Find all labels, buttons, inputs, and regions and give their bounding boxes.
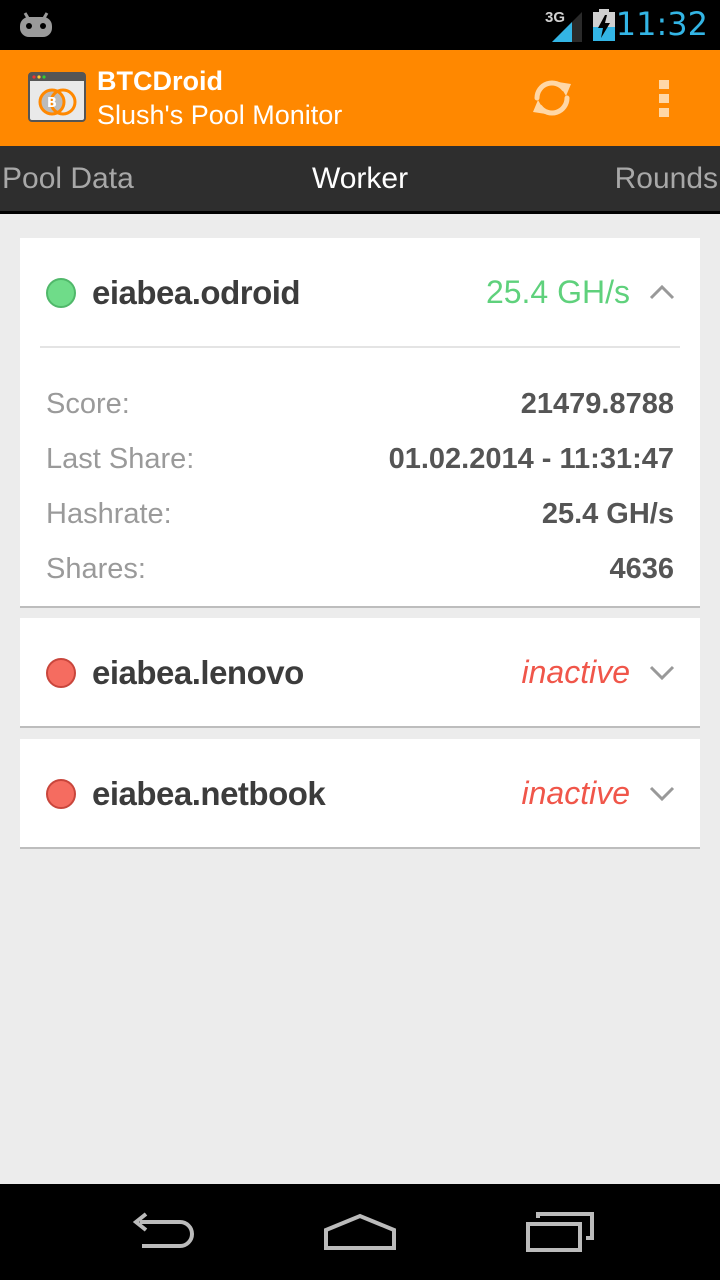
card-divider (40, 346, 680, 348)
worker-status-dot (46, 278, 76, 308)
battery-charging-icon (592, 9, 616, 46)
worker-name: eiabea.netbook (92, 775, 326, 812)
status-clock: 11:32 (615, 5, 708, 43)
tab-strip: Pool Data Worker Rounds (0, 146, 720, 214)
chevron-down-icon[interactable] (648, 660, 676, 684)
worker-card-header[interactable]: eiabea.odroid 25.4 GH/s (20, 238, 700, 348)
worker-details: Score: 21479.8788 Last Share: 01.02.2014… (20, 348, 700, 594)
back-button[interactable] (110, 1204, 210, 1260)
worker-card: eiabea.odroid 25.4 GH/s Score: 21479.878… (20, 238, 700, 608)
worker-status-dot (46, 779, 76, 809)
navigation-bar (0, 1184, 720, 1280)
svg-text:B: B (47, 96, 57, 111)
detail-value: 25.4 GH/s (541, 498, 674, 530)
worker-status-dot (46, 658, 76, 688)
back-icon (132, 1212, 194, 1248)
detail-row-shares: Shares: 4636 (46, 539, 674, 594)
overflow-menu-button[interactable] (640, 70, 688, 126)
detail-value: 4636 (609, 553, 674, 585)
tab-rounds[interactable]: Rounds (615, 162, 718, 196)
detail-label: Last Share: (46, 443, 195, 475)
refresh-button[interactable] (520, 70, 584, 126)
worker-card: eiabea.lenovo inactive (20, 618, 700, 728)
detail-label: Score: (46, 388, 130, 420)
more-vert-icon (659, 80, 669, 117)
action-bar: B BTCDroid Slush's Pool Monitor (0, 50, 720, 146)
worker-card-header[interactable]: eiabea.netbook inactive (20, 739, 700, 849)
worker-card-header[interactable]: eiabea.lenovo inactive (20, 618, 700, 728)
tab-worker[interactable]: Worker (0, 162, 720, 196)
worker-status-label: inactive (521, 654, 631, 690)
worker-card: eiabea.netbook inactive (20, 739, 700, 849)
app-title: BTCDroid (97, 66, 223, 96)
status-bar: 3G 11:32 (0, 0, 720, 50)
detail-row-last-share: Last Share: 01.02.2014 - 11:31:47 (46, 429, 674, 484)
android-icon (16, 10, 56, 43)
recent-apps-button[interactable] (510, 1204, 610, 1260)
worker-status-label: inactive (521, 775, 631, 811)
detail-value: 01.02.2014 - 11:31:47 (388, 443, 674, 475)
home-icon (324, 1213, 396, 1250)
detail-value: 21479.8788 (520, 388, 674, 420)
app-logo-icon[interactable]: B (28, 72, 86, 127)
detail-label: Hashrate: (46, 498, 172, 530)
chevron-up-icon[interactable] (648, 280, 676, 304)
home-button[interactable] (310, 1204, 410, 1260)
detail-label: Shares: (46, 553, 146, 585)
signal-icon (552, 12, 582, 47)
worker-name: eiabea.odroid (92, 274, 301, 311)
app-subtitle: Slush's Pool Monitor (97, 100, 343, 130)
chevron-down-icon[interactable] (648, 781, 676, 805)
refresh-icon (533, 80, 571, 116)
worker-name: eiabea.lenovo (92, 654, 304, 691)
detail-row-hashrate: Hashrate: 25.4 GH/s (46, 484, 674, 539)
detail-row-score: Score: 21479.8788 (46, 374, 674, 429)
worker-hashrate: 25.4 GH/s (485, 274, 630, 310)
recent-apps-icon (526, 1212, 594, 1252)
